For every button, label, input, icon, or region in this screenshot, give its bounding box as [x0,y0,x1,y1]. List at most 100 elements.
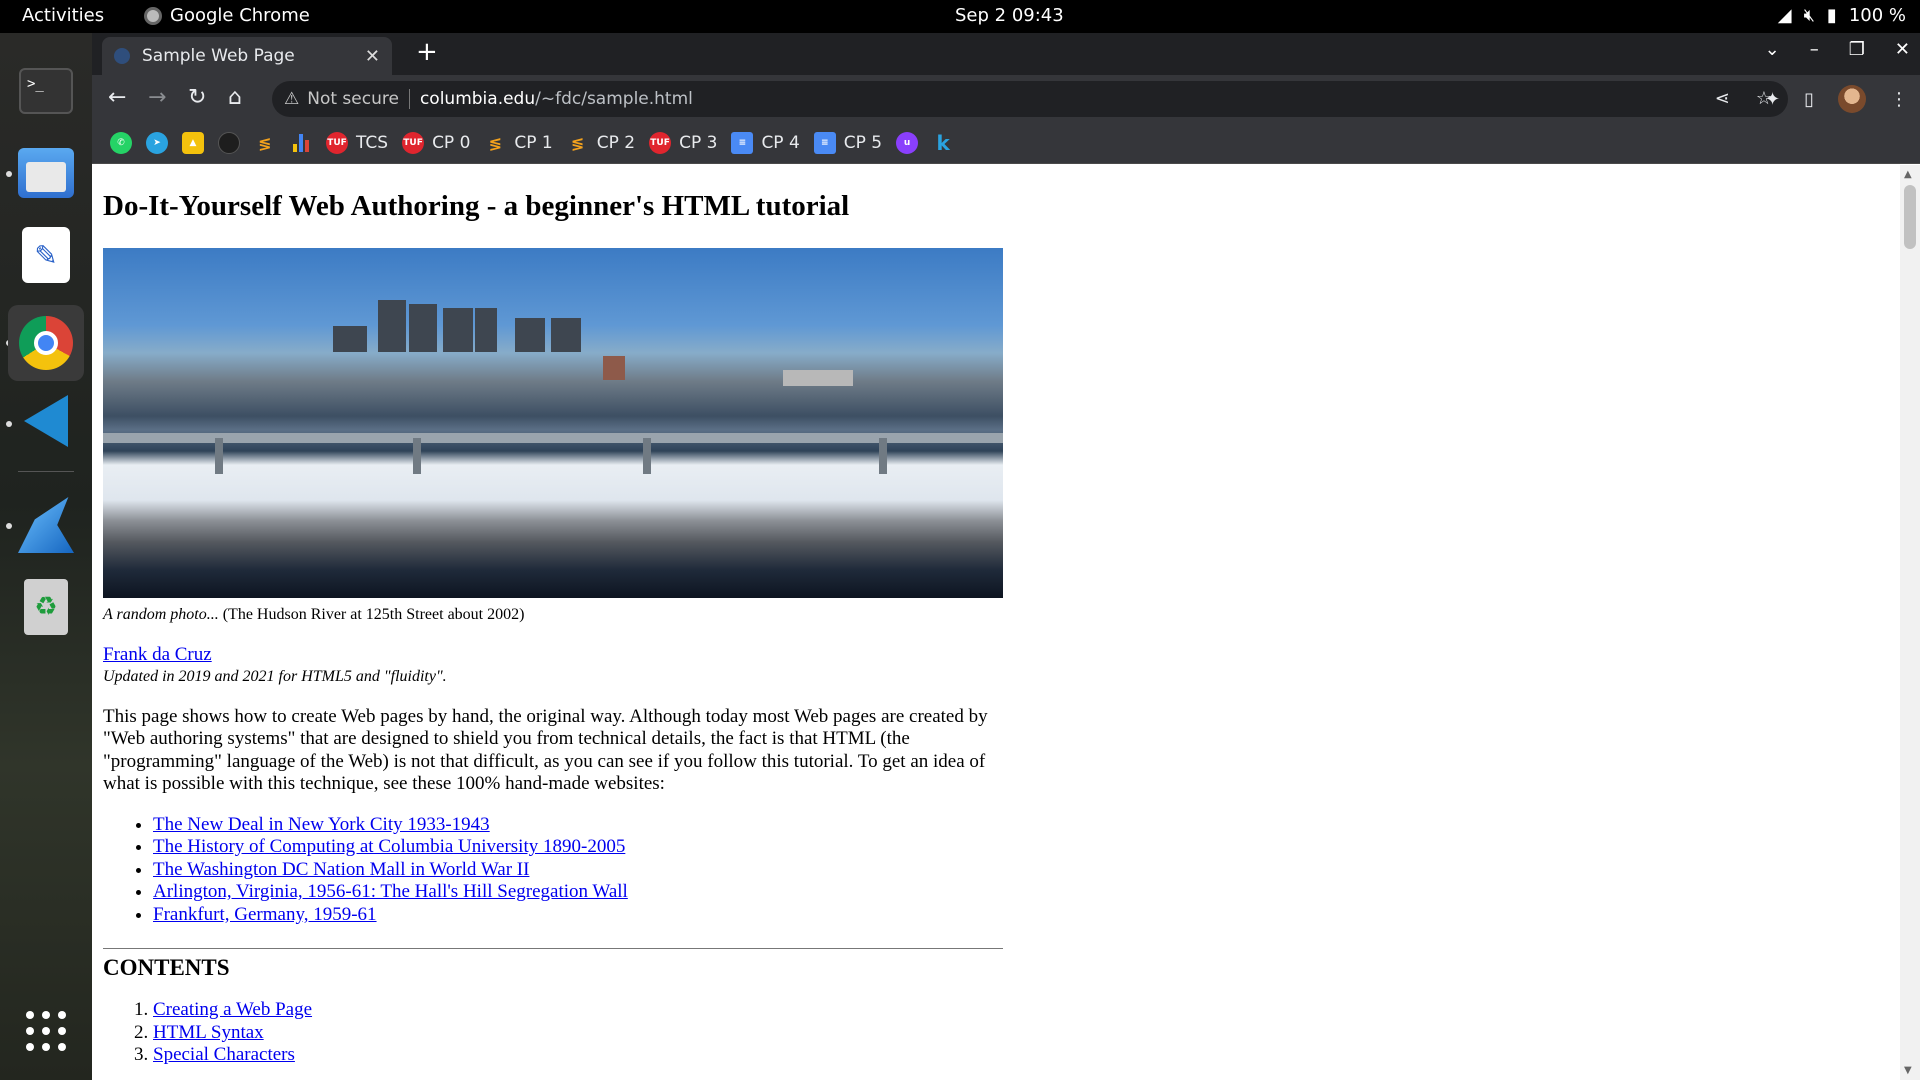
tab-strip: Sample Web Page ✕ + ⌄ – ❐ ✕ [92,33,1920,75]
share-icon[interactable]: ⋖ [1715,88,1730,109]
bookmark-label: CP 4 [761,133,800,153]
codeforces-icon: ≶ [488,133,503,153]
volume-muted-icon: 🔇︎ [1803,5,1815,26]
analytics-icon[interactable] [290,132,312,154]
bookmark-cp5[interactable]: ≡ CP 5 [813,132,883,154]
new-tab-button[interactable]: + [416,37,438,67]
example-sites-list: The New Deal in New York City 1933-1943 … [153,814,1003,927]
back-button[interactable]: ← [108,85,126,110]
browser-window: Sample Web Page ✕ + ⌄ – ❐ ✕ ← → ↻ ⌂ ⚠ No… [92,33,1920,1080]
link-history-computing[interactable]: The History of Computing at Columbia Uni… [153,836,625,857]
dock-chrome[interactable] [8,305,84,381]
link-arlington-wall[interactable]: Arlington, Virginia, 1956-61: The Hall's… [153,881,628,902]
dock-files[interactable] [16,143,76,203]
bookmark-cp2[interactable]: ≶ CP 2 [567,132,635,154]
bookmark-cp3[interactable]: TUF CP 3 [649,132,717,154]
warning-icon[interactable]: ⚠ [284,89,299,109]
address-bar[interactable]: ⚠ Not secure columbia.edu /~fdc/sample.h… [272,81,1788,117]
list-item: Arlington, Virginia, 1956-61: The Hall's… [153,881,1003,904]
side-panel-icon[interactable]: ▯ [1804,89,1814,110]
list-item: The Washington DC Nation Mall in World W… [153,859,1003,882]
k-icon[interactable]: k [932,131,954,155]
photos-icon[interactable]: ▲ [182,132,204,154]
tuf-icon: TUF [649,132,672,154]
list-item: HTML Syntax [153,1022,1003,1045]
chrome-icon [19,316,73,370]
tab-sample-web-page[interactable]: Sample Web Page ✕ [102,37,392,75]
activities-button[interactable]: Activities [22,5,104,26]
dock-trash[interactable]: ♻ [16,577,76,637]
dock-wireshark[interactable] [16,495,76,555]
scroll-up-icon[interactable]: ▲ [1904,169,1912,180]
window-controls: ⌄ – ❐ ✕ [1765,39,1910,60]
bookmark-label: CP 0 [432,133,471,153]
bookmark-tcs[interactable]: TUF TCS [326,132,388,154]
show-apps-button[interactable] [16,1001,76,1061]
omnibox-actions: ⋖ ☆ [1715,88,1772,109]
link-new-deal[interactable]: The New Deal in New York City 1933-1943 [153,814,490,835]
author-link[interactable]: Frank da Cruz [103,644,212,665]
tab-search-icon[interactable]: ⌄ [1765,39,1780,60]
toc-creating-web-page[interactable]: Creating a Web Page [153,999,312,1020]
tuf-icon: TUF [402,132,425,154]
wifi-icon: ◢ [1777,5,1792,26]
page-content: Do-It-Yourself Web Authoring - a beginne… [103,165,1003,1067]
bookmark-cp4[interactable]: ≡ CP 4 [731,132,800,154]
scroll-thumb[interactable] [1904,185,1916,249]
minimize-icon[interactable]: – [1810,39,1819,60]
forward-button[interactable]: → [148,85,166,110]
caption-text: (The Hudson River at 125th Street about … [218,605,525,623]
list-item: The New Deal in New York City 1933-1943 [153,814,1003,837]
scroll-down-icon[interactable]: ▼ [1904,1065,1912,1076]
toc-html-syntax[interactable]: HTML Syntax [153,1022,264,1043]
files-icon [18,148,74,198]
home-button[interactable]: ⌂ [228,85,242,110]
clock[interactable]: Sep 2 09:43 [955,5,1064,26]
url-path: /~fdc/sample.html [535,89,693,109]
running-indicator [6,421,12,427]
bookmark-cp1[interactable]: ≶ CP 1 [484,132,553,154]
battery-level: 100 % [1848,5,1906,26]
app-grid-icon [26,1011,66,1051]
google-docs-icon: ≡ [813,132,836,154]
profile-avatar[interactable] [1838,85,1866,113]
list-item: Special Characters [153,1044,1003,1067]
toolbar-actions: ✦ ▯ ⋮ [1765,85,1908,113]
codeforces-icon[interactable]: ≶ [254,132,276,154]
security-label[interactable]: Not secure [307,89,399,109]
running-indicator [6,171,12,177]
toc-special-characters[interactable]: Special Characters [153,1044,295,1065]
reload-button[interactable]: ↻ [188,85,206,110]
menu-icon[interactable]: ⋮ [1890,89,1908,110]
link-frankfurt[interactable]: Frankfurt, Germany, 1959-61 [153,904,377,925]
tuf-icon: TUF [326,132,348,154]
whatsapp-icon[interactable]: ✆ [110,132,132,154]
dock-vscode[interactable] [16,391,76,451]
bookmark-label: CP 1 [514,133,553,153]
divider [408,89,410,109]
page-scrollbar[interactable]: ▲ ▼ [1900,165,1920,1080]
bookmark-cp0[interactable]: TUF CP 0 [402,132,470,154]
app-menu[interactable]: Google Chrome [144,5,310,26]
updated-note: Updated in 2019 and 2021 for HTML5 and "… [103,667,447,685]
bookmark-label: CP 3 [679,133,718,153]
battery-icon: ▮ [1826,5,1837,26]
contents-heading: CONTENTS [103,955,230,981]
codeforces-icon: ≶ [571,133,585,153]
close-tab-icon[interactable]: ✕ [365,46,380,67]
bookmarks-bar: ✆ ➤ ▲ ≶ TUF TCS TUF CP 0 ≶ CP 1 ≶ CP 2 T… [92,123,1920,164]
maximize-icon[interactable]: ❐ [1849,39,1865,60]
dock-terminal[interactable]: >_ [16,61,76,121]
github-icon[interactable] [218,132,240,154]
close-window-icon[interactable]: ✕ [1895,39,1910,60]
system-top-bar: Activities Google Chrome Sep 2 09:43 ◢ 🔇… [0,0,1920,33]
dock-text-editor[interactable]: ✎ [16,225,76,285]
terminal-icon: >_ [19,68,73,114]
bookmark-label: CP 5 [843,133,883,153]
list-item: Frankfurt, Germany, 1959-61 [153,904,1003,927]
telegram-icon[interactable]: ➤ [146,132,168,154]
extensions-icon[interactable]: ✦ [1765,89,1780,110]
udemy-icon[interactable]: u [896,132,919,154]
link-washington-mall[interactable]: The Washington DC Nation Mall in World W… [153,859,529,880]
system-tray[interactable]: ◢ 🔇︎ ▮ 100 % [1778,5,1906,26]
